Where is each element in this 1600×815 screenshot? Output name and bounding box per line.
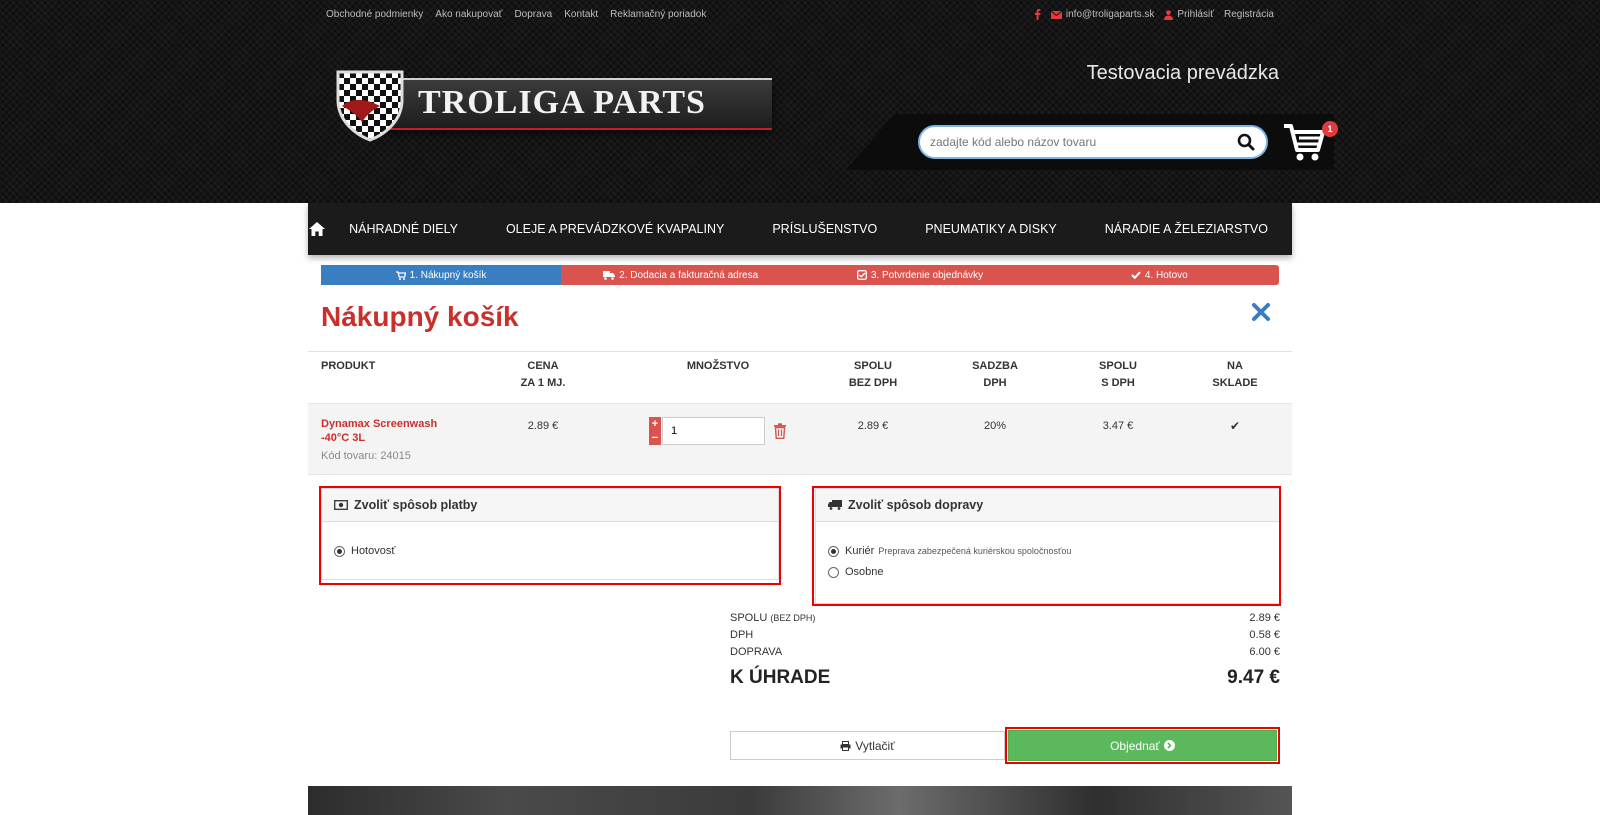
shipping-cost-row: DOPRAVA 6.00 € [730, 643, 1280, 660]
checkout-steps: 1. Nákupný košík 2. Dodacia a fakturačná… [321, 265, 1279, 285]
vat-label: DPH [730, 628, 754, 641]
cart-count-badge: 1 [1322, 121, 1338, 137]
email-link[interactable]: info@troligaparts.sk [1050, 9, 1155, 20]
truck-icon [603, 270, 616, 280]
main-nav: NÁHRADNÉ DIELY OLEJE A PREVÁDZKOVÉ KVAPA… [308, 203, 1292, 255]
cart-table-header: PRODUKT CENA ZA 1 MJ. MNOŽSTVO SPOLU BEZ D… [308, 351, 1292, 403]
search-icon[interactable] [1236, 132, 1256, 152]
shipping-cost-value: 6.00 € [1249, 645, 1280, 658]
col-total-excl-vat: SPOLU BEZ DPH [848, 360, 898, 389]
page-title: Nákupný košík [321, 301, 519, 332]
trash-icon[interactable] [773, 423, 787, 439]
col-quantity: MNOŽSTVO [686, 360, 750, 372]
product-code: Kód tovaru: 24015 [321, 450, 411, 462]
subtotal-row: SPOLU (BEZ DPH) 2.89 € [730, 609, 1280, 626]
col-product: PRODUKT [321, 360, 376, 372]
unit-price: 2.89 € [527, 420, 559, 432]
nav-item-tires-wheels[interactable]: PNEUMATIKY A DISKY [901, 222, 1081, 236]
user-icon [1164, 9, 1174, 20]
step-done-label: 4. Hotovo [1144, 269, 1188, 281]
step-address[interactable]: 2. Dodacia a fakturačná adresa [561, 265, 800, 285]
check-icon [1131, 271, 1141, 279]
step-done[interactable]: 4. Hotovo [1040, 265, 1279, 285]
step-cart-label: 1. Nákupný košík [409, 269, 487, 281]
step-cart[interactable]: 1. Nákupný košík [321, 265, 561, 285]
col-in-stock: NA SKLADE [1212, 360, 1258, 389]
product-name-link[interactable]: Dynamax Screenwash -40°C 3L [321, 417, 451, 445]
grand-total-value: 9.47 € [1227, 667, 1280, 688]
subtotal-note: (BEZ DPH) [770, 612, 816, 623]
in-stock-check-icon: ✔ [1229, 419, 1241, 433]
printer-icon [840, 740, 851, 751]
home-icon[interactable] [308, 222, 325, 236]
top-link-shipping[interactable]: Doprava [514, 9, 552, 20]
site-logo[interactable]: TROLIGA PARTS [332, 66, 772, 142]
payment-highlight-box [319, 486, 781, 585]
footer-banner-image [308, 786, 1292, 815]
register-link[interactable]: Registrácia [1224, 9, 1274, 20]
grand-total-label: K ÚHRADE [730, 667, 831, 688]
top-right-links: info@troligaparts.sk Prihlásiť Registrác… [1034, 9, 1274, 20]
site-header: Obchodné podmienky Ako nakupovať Doprava… [0, 0, 1600, 203]
check-square-icon [856, 270, 867, 280]
vat-rate: 20% [983, 420, 1007, 432]
logo-text: TROLIGA PARTS [418, 84, 706, 121]
step-address-label: 2. Dodacia a fakturačná adresa [619, 269, 759, 281]
shipping-highlight-box [812, 486, 1281, 606]
nav-item-spare-parts[interactable]: NÁHRADNÉ DIELY [325, 222, 482, 236]
close-icon[interactable] [1250, 301, 1272, 323]
qty-plus-button[interactable]: + [649, 417, 661, 431]
line-total-excl-vat: 2.89 € [857, 420, 889, 432]
top-link-terms[interactable]: Obchodné podmienky [326, 9, 423, 20]
email-text: info@troligaparts.sk [1065, 9, 1155, 20]
col-total-incl-vat: SPOLU S DPH [1099, 360, 1137, 389]
qty-minus-button[interactable]: − [649, 431, 661, 445]
search-input[interactable] [930, 135, 1236, 149]
top-links: Obchodné podmienky Ako nakupovať Doprava… [326, 9, 706, 20]
step-confirm[interactable]: 3. Potvrdenie objednávky [800, 265, 1039, 285]
checkered-shield-logo [336, 70, 404, 142]
top-link-complaints[interactable]: Reklamačný poriadok [610, 9, 706, 20]
search-box [918, 125, 1268, 159]
print-button-label: Vytlačiť [855, 738, 895, 753]
grand-total-row: K ÚHRADE 9.47 € [730, 667, 1280, 689]
vat-row: DPH 0.58 € [730, 626, 1280, 643]
nav-item-tools-hardware[interactable]: NÁRADIE A ŽELEZIARSTVO [1081, 222, 1292, 236]
vat-value: 0.58 € [1249, 628, 1280, 641]
order-highlight-box [1005, 727, 1280, 764]
main-container: NÁHRADNÉ DIELY OLEJE A PREVÁDZKOVÉ KVAPA… [308, 203, 1292, 815]
steps-remaining: 2. Dodacia a fakturačná adresa 3. Potvrd… [561, 265, 1279, 285]
envelope-icon [1050, 10, 1062, 19]
top-link-how-to-buy[interactable]: Ako nakupovať [435, 9, 502, 20]
login-link[interactable]: Prihlásiť [1164, 9, 1214, 20]
cart-icon[interactable] [1282, 120, 1326, 164]
col-vat-rate: SADZBA DPH [972, 360, 1018, 389]
header-tagline: Testovacia prevádzka [1086, 62, 1279, 84]
nav-item-accessories[interactable]: PRÍSLUŠENSTVO [748, 222, 901, 236]
order-totals: SPOLU (BEZ DPH) 2.89 € DPH 0.58 € DOPRAV… [730, 609, 1280, 660]
step-confirm-label: 3. Potvrdenie objednávky [870, 269, 984, 281]
subtotal-value: 2.89 € [1249, 611, 1280, 624]
shipping-cost-label: DOPRAVA [730, 645, 783, 658]
login-text: Prihlásiť [1177, 9, 1214, 20]
cart-small-icon [395, 270, 406, 280]
quantity-stepper: + − [649, 417, 787, 445]
subtotal-label: SPOLU [730, 611, 768, 624]
top-link-contact[interactable]: Kontakt [564, 9, 598, 20]
quantity-input[interactable] [662, 417, 765, 445]
print-button[interactable]: Vytlačiť [730, 731, 1005, 760]
line-total-incl-vat: 3.47 € [1102, 420, 1134, 432]
table-row: Dynamax Screenwash -40°C 3L Kód tovaru: … [308, 403, 1292, 475]
nav-item-oils-fluids[interactable]: OLEJE A PREVÁDZKOVÉ KVAPALINY [482, 222, 748, 236]
facebook-icon[interactable] [1034, 9, 1041, 20]
col-unit-price: CENA ZA 1 MJ. [520, 360, 566, 389]
